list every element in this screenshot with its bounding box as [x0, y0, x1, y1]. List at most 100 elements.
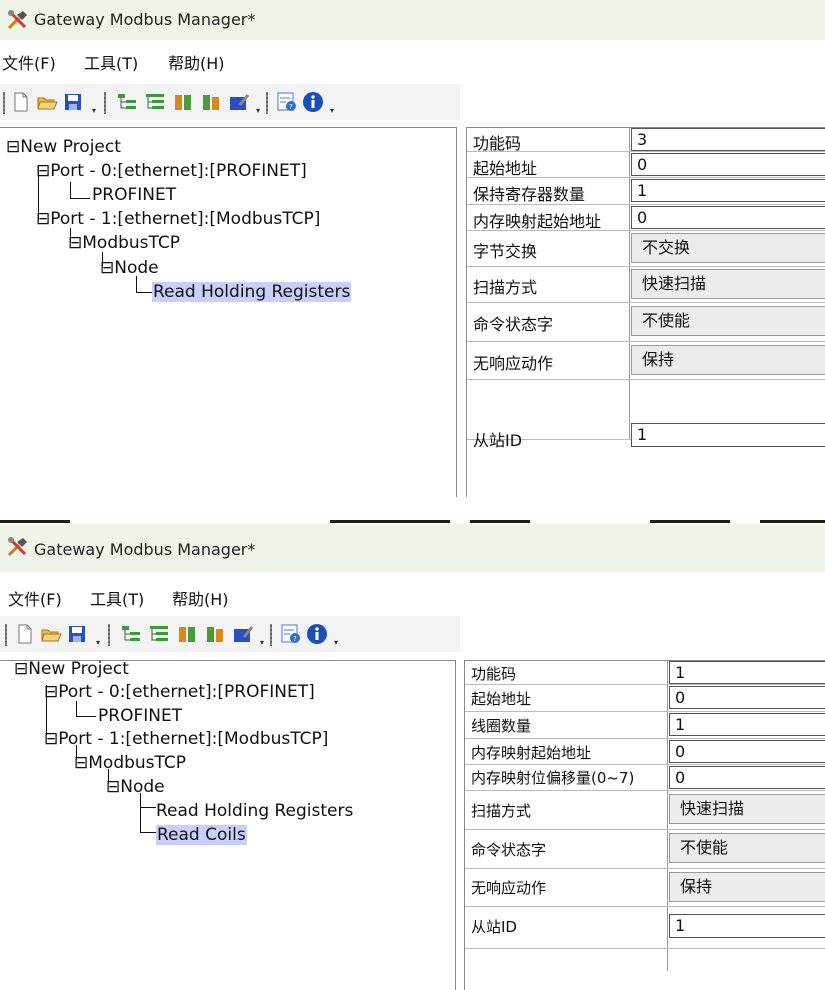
project-tree: ⊟New Project ⊟Port - 0:[ethernet]:[PROFI…: [0, 659, 456, 990]
info-icon[interactable]: [306, 623, 328, 645]
add-node-icon[interactable]: [120, 623, 142, 645]
paste-command-icon[interactable]: [200, 91, 222, 113]
toolbar-overflow-icon[interactable]: ▾: [96, 639, 104, 647]
property-name: 线圈数量: [471, 717, 532, 735]
copy-command-icon[interactable]: [172, 91, 194, 113]
tree-connector: [140, 832, 156, 833]
new-file-icon[interactable]: [10, 91, 32, 113]
new-file-icon[interactable]: [14, 623, 36, 645]
edit-icon[interactable]: [232, 623, 254, 645]
tree-item-read-holding-registers[interactable]: Read Holding Registers: [156, 801, 353, 821]
tree-item-port0[interactable]: ⊟Port - 0:[ethernet]:[PROFINET]: [44, 682, 315, 702]
property-value-input[interactable]: 1: [669, 713, 825, 736]
edit-icon[interactable]: [228, 91, 250, 113]
byte-swap-button[interactable]: 不交换: [631, 233, 825, 263]
help-icon[interactable]: ?: [280, 623, 302, 645]
menu-help[interactable]: 帮助(H): [172, 586, 229, 610]
property-row: 内存映射位偏移量(0~7) 0: [465, 764, 825, 791]
tree-label: Read Holding Registers: [152, 282, 352, 302]
tree-item-node[interactable]: ⊟Node: [106, 777, 165, 797]
toolbar-grip[interactable]: [266, 92, 268, 114]
command-status-button[interactable]: 不使能: [631, 306, 825, 336]
add-node-icon[interactable]: [116, 91, 138, 113]
svg-text:?: ?: [289, 103, 293, 111]
property-name: 起始地址: [473, 159, 538, 178]
add-command-icon[interactable]: [144, 91, 166, 113]
menu-file[interactable]: 文件(F): [8, 586, 62, 610]
tree-label: ModbusTCP: [82, 233, 181, 253]
tree-item-read-holding-registers[interactable]: Read Holding Registers: [152, 282, 352, 302]
property-row: 命令状态字 不使能: [465, 829, 825, 869]
scan-mode-button[interactable]: 快速扫描: [669, 794, 825, 824]
tree-item-port1[interactable]: ⊟Port - 1:[ethernet]:[ModbusTCP]: [36, 209, 320, 229]
toolbar-overflow-icon[interactable]: ▾: [256, 107, 264, 115]
tree-item-profinet[interactable]: PROFINET: [92, 185, 176, 205]
toolbar-grip[interactable]: [5, 624, 7, 646]
tree-item-root[interactable]: ⊟New Project: [14, 659, 129, 679]
command-status-button[interactable]: 不使能: [669, 833, 825, 863]
toolbar: ▾ ▾ ? ▾: [0, 616, 460, 652]
tree-item-port0[interactable]: ⊟Port - 0:[ethernet]:[PROFINET]: [36, 161, 307, 181]
toolbar-grip[interactable]: [104, 92, 106, 114]
tree-label: PROFINET: [98, 706, 183, 726]
tree-item-port1[interactable]: ⊟Port - 1:[ethernet]:[ModbusTCP]: [44, 729, 328, 749]
no-response-action-button[interactable]: 保持: [669, 872, 825, 902]
toolbar-grip[interactable]: [270, 624, 272, 646]
screenshot-divider: [0, 497, 825, 524]
title-bar[interactable]: Gateway Modbus Manager*: [0, 0, 825, 40]
tree-connector: [70, 182, 71, 199]
open-folder-icon[interactable]: [40, 623, 62, 645]
paste-command-icon[interactable]: [204, 623, 226, 645]
no-response-action-button[interactable]: 保持: [631, 345, 825, 375]
tree-label: New Project: [20, 137, 121, 157]
property-value-input[interactable]: 1: [631, 423, 825, 447]
property-value-input[interactable]: 1: [631, 179, 825, 202]
tree-item-read-coils[interactable]: Read Coils: [156, 825, 247, 845]
scan-mode-button[interactable]: 快速扫描: [631, 269, 825, 299]
property-value-input[interactable]: 0: [669, 740, 825, 763]
tree-connector: [140, 807, 156, 808]
property-value-input[interactable]: 0: [669, 766, 825, 789]
toolbar-overflow-icon[interactable]: ▾: [260, 639, 268, 647]
menu-tools[interactable]: 工具(T): [90, 586, 144, 610]
tree-label: ModbusTCP: [88, 753, 187, 773]
toolbar-grip[interactable]: [108, 624, 110, 646]
property-value-input[interactable]: 0: [631, 206, 825, 229]
property-name: 保持寄存器数量: [473, 185, 586, 204]
property-value-input[interactable]: 0: [631, 153, 825, 176]
menu-tools[interactable]: 工具(T): [84, 50, 138, 74]
help-icon[interactable]: ?: [276, 91, 298, 113]
open-folder-icon[interactable]: [36, 91, 58, 113]
menu-help[interactable]: 帮助(H): [168, 50, 225, 74]
info-icon[interactable]: [302, 91, 324, 113]
tree-item-modbustcp[interactable]: ⊟ModbusTCP: [68, 233, 180, 253]
save-icon[interactable]: [62, 91, 84, 113]
add-command-icon[interactable]: [148, 623, 170, 645]
property-value-input[interactable]: 1: [669, 914, 825, 938]
property-value-input[interactable]: 1: [669, 661, 825, 684]
property-row: 内存映射起始地址 0: [467, 204, 825, 231]
toolbar-overflow-icon[interactable]: ▾: [92, 107, 100, 115]
tree-connector: [140, 793, 141, 833]
tree-item-modbustcp[interactable]: ⊟ModbusTCP: [74, 753, 186, 773]
tree-item-root[interactable]: ⊟New Project: [6, 137, 121, 157]
property-value-input[interactable]: 3: [631, 128, 825, 151]
save-icon[interactable]: [66, 623, 88, 645]
property-name: 命令状态字: [473, 315, 554, 334]
divider-line: [470, 520, 530, 523]
tree-item-profinet[interactable]: PROFINET: [98, 706, 182, 726]
divider-line: [650, 520, 730, 523]
title-bar[interactable]: Gateway Modbus Manager*: [0, 524, 825, 572]
property-row: 扫描方式 快速扫描: [467, 266, 825, 303]
copy-command-icon[interactable]: [176, 623, 198, 645]
property-value-input[interactable]: 0: [669, 686, 825, 709]
toolbar-overflow-icon[interactable]: ▾: [334, 639, 342, 647]
divider-line: [760, 520, 825, 523]
property-name: 扫描方式: [471, 802, 532, 820]
toolbar-overflow-icon[interactable]: ▾: [330, 107, 338, 115]
toolbar-grip[interactable]: [3, 92, 5, 114]
tree-item-node[interactable]: ⊟Node: [100, 258, 159, 278]
tree-connector: [136, 292, 152, 293]
menu-file[interactable]: 文件(F): [2, 50, 56, 74]
property-name: 字节交换: [473, 242, 538, 261]
